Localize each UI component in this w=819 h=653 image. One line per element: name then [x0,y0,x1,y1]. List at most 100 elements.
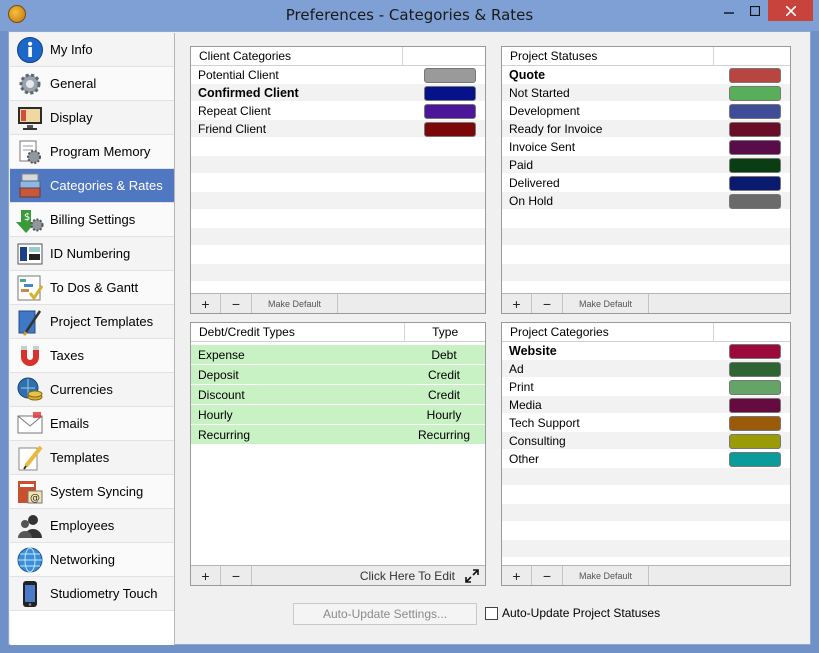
add-project-category-button[interactable]: + [502,566,532,585]
sidebar-item-my-info[interactable]: My Info [10,33,174,67]
empty-row [502,522,790,540]
remove-project-category-button[interactable]: − [532,566,563,585]
list-item[interactable]: Ad [502,360,790,378]
sidebar-item-general[interactable]: General [10,67,174,101]
sidebar-item-project-templates[interactable]: Project Templates [10,305,174,339]
make-default-project-status-button[interactable]: Make Default [563,294,649,313]
make-default-project-category-button[interactable]: Make Default [563,566,649,585]
list-item[interactable]: Friend Client [191,120,485,138]
list-item[interactable]: Paid [502,156,790,174]
table-row[interactable]: Recurring Recurring [191,425,485,445]
empty-row [191,156,485,174]
empty-row [191,174,485,192]
sidebar-item-templates[interactable]: Templates [10,441,174,475]
close-icon [785,5,796,16]
checkbox-box[interactable] [485,606,498,620]
type-name: Recurring [198,427,251,442]
column-header: Client Categories [191,47,403,65]
client-categories-panel: Client Categories Potential Client Confir… [190,46,486,314]
empty-row [502,486,790,504]
list-item[interactable]: Website [502,342,790,360]
sidebar-item-taxes[interactable]: Taxes [10,339,174,373]
color-swatch[interactable] [729,104,781,119]
sidebar-item-system-syncing[interactable]: @ System Syncing [10,475,174,509]
add-project-status-button[interactable]: + [502,294,532,313]
color-swatch[interactable] [729,122,781,137]
list-item[interactable]: Confirmed Client [191,84,485,102]
sidebar-item-currencies[interactable]: Currencies [10,373,174,407]
color-swatch[interactable] [729,380,781,395]
maximize-button[interactable] [742,0,768,21]
table-row[interactable]: Deposit Credit [191,365,485,385]
client-categories-toolbar: + − Make Default [191,293,485,313]
empty-row [191,228,485,246]
sidebar-item-categories-rates[interactable]: Categories & Rates [10,169,174,203]
list-item[interactable]: Ready for Invoice [502,120,790,138]
list-item[interactable]: On Hold [502,192,790,210]
table-row[interactable]: Discount Credit [191,385,485,405]
color-swatch[interactable] [729,86,781,101]
expand-icon[interactable] [464,568,480,584]
sidebar-item-label: General [50,76,97,91]
color-swatch[interactable] [729,158,781,173]
project-templates-icon [15,307,45,337]
list-item[interactable]: Tech Support [502,414,790,432]
sidebar-item-billing-settings[interactable]: $ Billing Settings [10,203,174,237]
color-swatch[interactable] [729,68,781,83]
sidebar-item-id-numbering[interactable]: ID Numbering [10,237,174,271]
remove-client-category-button[interactable]: − [221,294,252,313]
sidebar-item-emails[interactable]: Emails [10,407,174,441]
column-header: Project Categories [502,323,714,341]
sidebar-item-label: Networking [50,552,116,567]
list-item[interactable]: Quote [502,66,790,84]
list-item[interactable]: Other [502,450,790,468]
close-button[interactable] [768,0,813,21]
sidebar-item-employees[interactable]: Employees [10,509,174,543]
color-swatch[interactable] [729,176,781,191]
color-swatch[interactable] [729,344,781,359]
sidebar-item-networking[interactable]: Networking [10,543,174,577]
sidebar-item-label: Emails [50,416,90,431]
add-debit-credit-type-button[interactable]: + [191,566,221,585]
sidebar-item-display[interactable]: Display [10,101,174,135]
type-name: Deposit [198,367,239,382]
list-item[interactable]: Not Started [502,84,790,102]
color-swatch[interactable] [729,194,781,209]
list-item[interactable]: Potential Client [191,66,485,84]
color-swatch[interactable] [729,434,781,449]
maximize-icon [750,5,760,16]
sidebar-item-label: Categories & Rates [50,178,163,193]
auto-update-statuses-checkbox[interactable]: Auto-Update Project Statuses [485,606,660,620]
type-name: Discount [198,387,245,402]
table-row[interactable]: Expense Debt [191,345,485,365]
sidebar-item-program-memory[interactable]: Program Memory [10,135,174,169]
color-swatch[interactable] [424,104,476,119]
auto-update-settings-button[interactable]: Auto-Update Settings... [293,603,477,625]
color-swatch[interactable] [729,362,781,377]
list-item[interactable]: Invoice Sent [502,138,790,156]
click-to-edit-link[interactable]: Click Here To Edit [252,566,485,585]
color-swatch[interactable] [729,398,781,413]
table-row[interactable]: Hourly Hourly [191,405,485,425]
debit-credit-toolbar: + − Click Here To Edit [191,565,485,585]
list-item[interactable]: Repeat Client [191,102,485,120]
sidebar-item-studiometry-touch[interactable]: Studiometry Touch [10,577,174,611]
color-swatch[interactable] [729,416,781,431]
list-item[interactable]: Media [502,396,790,414]
sidebar-item-to-dos-gantt[interactable]: To Dos & Gantt [10,271,174,305]
remove-debit-credit-type-button[interactable]: − [221,566,252,585]
list-item[interactable]: Development [502,102,790,120]
make-default-client-category-button[interactable]: Make Default [252,294,338,313]
list-item[interactable]: Delivered [502,174,790,192]
minimize-button[interactable] [716,0,742,21]
add-client-category-button[interactable]: + [191,294,221,313]
list-item[interactable]: Print [502,378,790,396]
remove-project-status-button[interactable]: − [532,294,563,313]
list-item[interactable]: Consulting [502,432,790,450]
color-swatch[interactable] [424,122,476,137]
color-swatch[interactable] [729,140,781,155]
color-swatch[interactable] [424,68,476,83]
info-icon [15,35,45,65]
color-swatch[interactable] [424,86,476,101]
color-swatch[interactable] [729,452,781,467]
